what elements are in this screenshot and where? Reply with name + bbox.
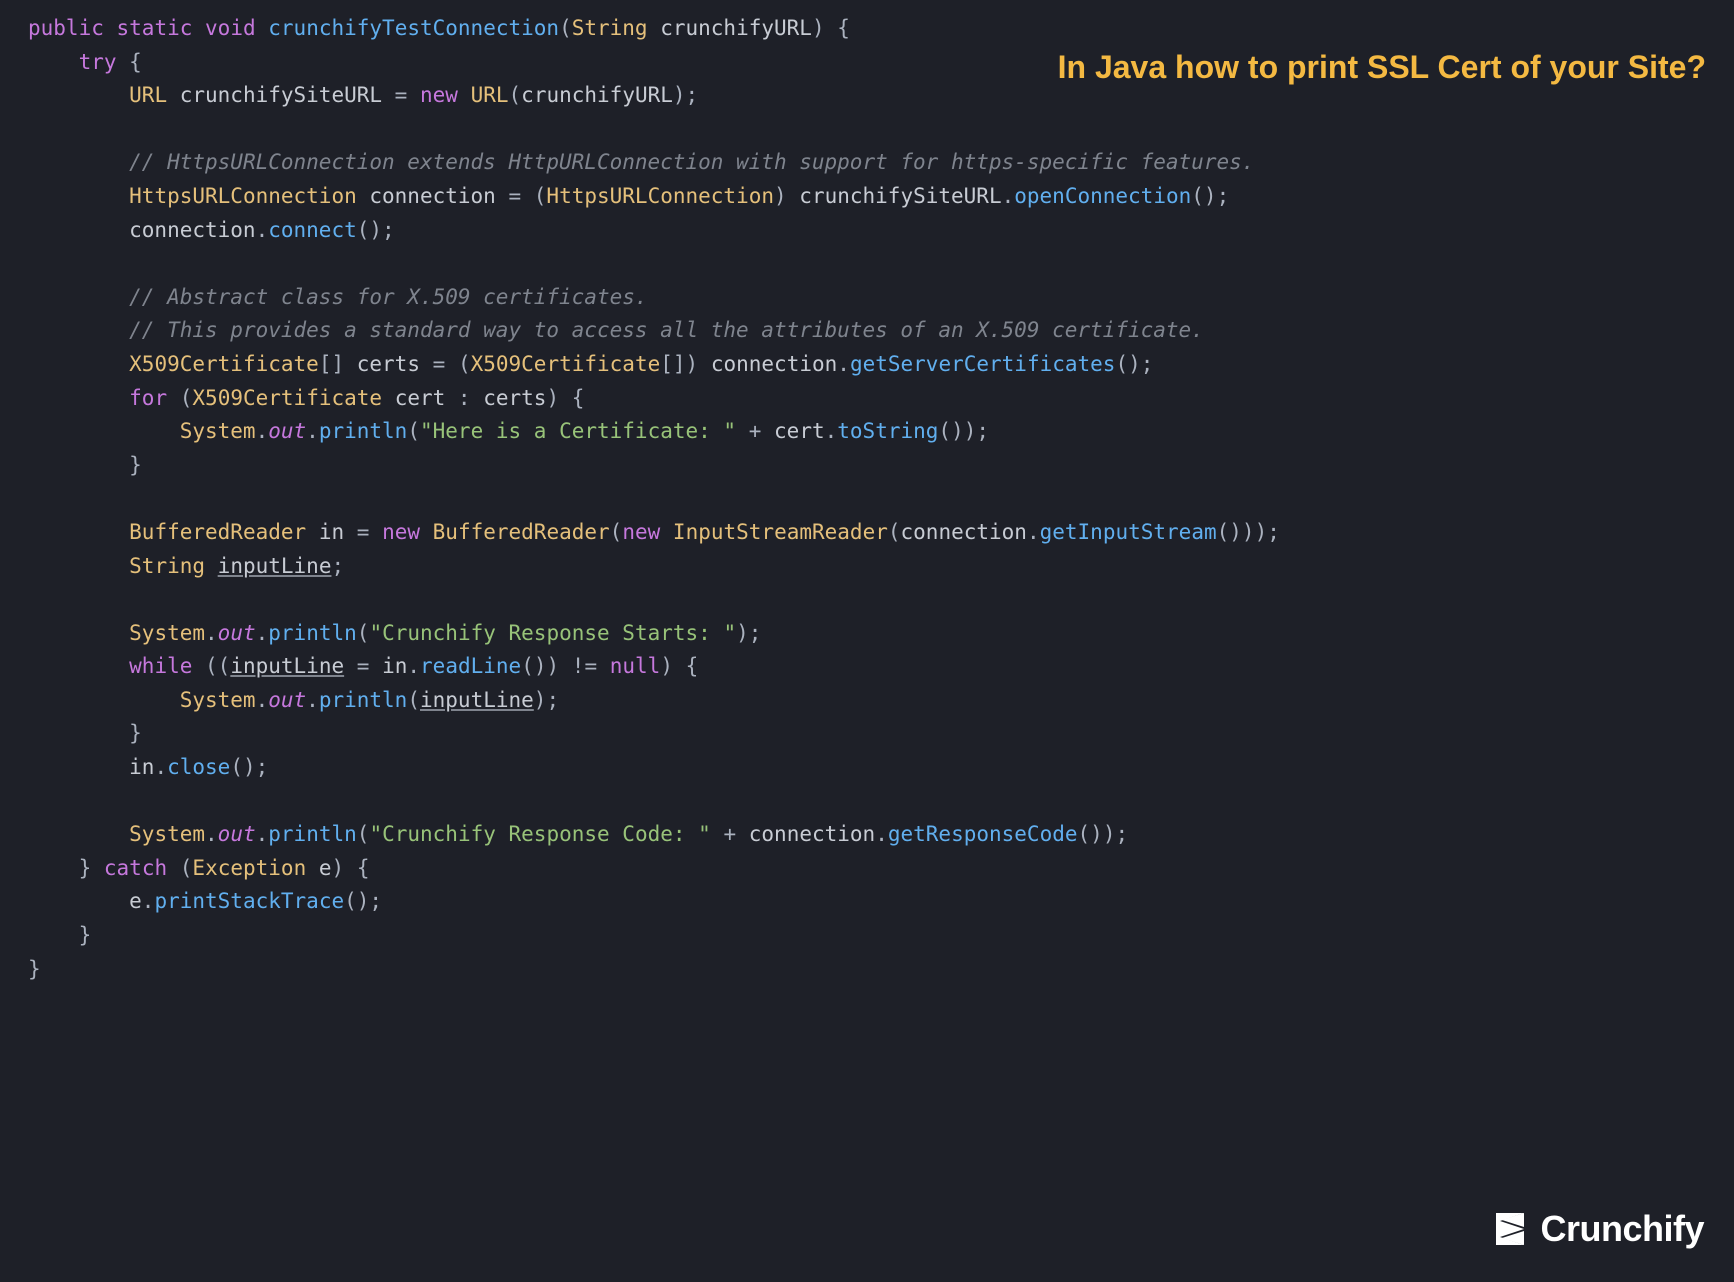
- code-line: // This provides a standard way to acces…: [28, 314, 1734, 348]
- code-line: [28, 247, 1734, 281]
- code-block: public static void crunchifyTestConnecti…: [28, 12, 1734, 986]
- code-line: // HttpsURLConnection extends HttpURLCon…: [28, 146, 1734, 180]
- code-line: String inputLine;: [28, 550, 1734, 584]
- code-line: HttpsURLConnection connection = (HttpsUR…: [28, 180, 1734, 214]
- code-line: System.out.println("Crunchify Response S…: [28, 617, 1734, 651]
- code-line: [28, 482, 1734, 516]
- code-line: connection.connect();: [28, 214, 1734, 248]
- code-line: BufferedReader in = new BufferedReader(n…: [28, 516, 1734, 550]
- crunchify-icon: [1488, 1209, 1532, 1249]
- code-line: [28, 583, 1734, 617]
- code-line: }: [28, 953, 1734, 987]
- code-line: System.out.println(inputLine);: [28, 684, 1734, 718]
- page-title: In Java how to print SSL Cert of your Si…: [1058, 42, 1706, 93]
- code-line: for (X509Certificate cert : certs) {: [28, 382, 1734, 416]
- code-line: while ((inputLine = in.readLine()) != nu…: [28, 650, 1734, 684]
- code-line: System.out.println("Crunchify Response C…: [28, 818, 1734, 852]
- brand-logo: Crunchify: [1488, 1200, 1704, 1258]
- brand-logo-text: Crunchify: [1540, 1200, 1704, 1258]
- code-line: }: [28, 449, 1734, 483]
- code-line: X509Certificate[] certs = (X509Certifica…: [28, 348, 1734, 382]
- code-line: } catch (Exception e) {: [28, 852, 1734, 886]
- code-line: [28, 785, 1734, 819]
- code-line: [28, 113, 1734, 147]
- code-line: }: [28, 919, 1734, 953]
- code-line: System.out.println("Here is a Certificat…: [28, 415, 1734, 449]
- code-line: // Abstract class for X.509 certificates…: [28, 281, 1734, 315]
- code-line: e.printStackTrace();: [28, 885, 1734, 919]
- code-line: public static void crunchifyTestConnecti…: [28, 12, 1734, 46]
- code-line: in.close();: [28, 751, 1734, 785]
- code-line: }: [28, 717, 1734, 751]
